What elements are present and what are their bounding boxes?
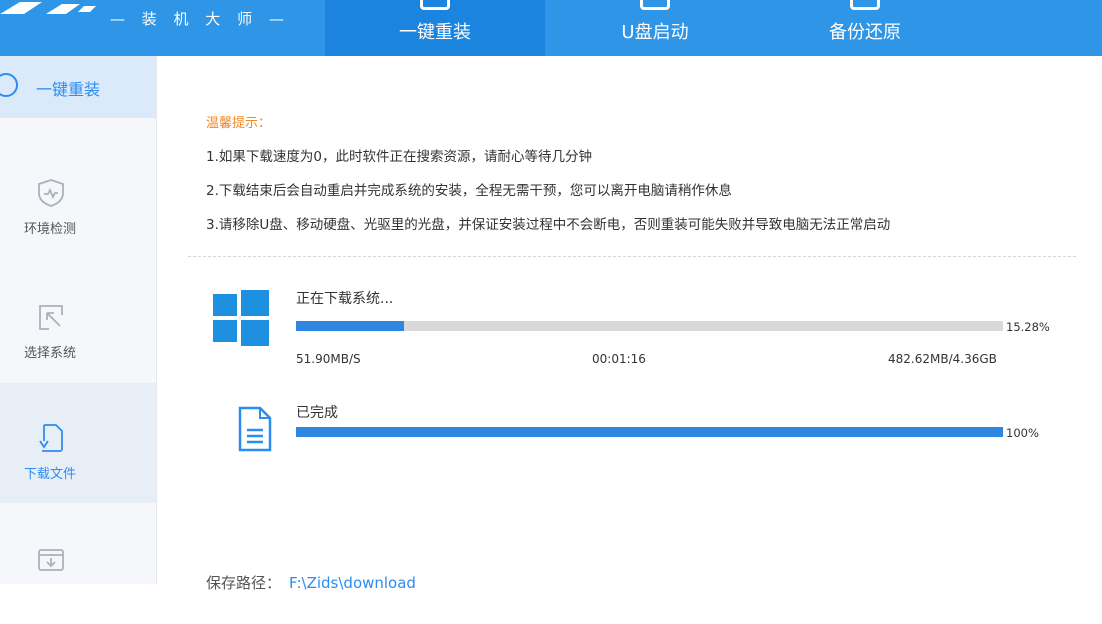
download-status-title: 正在下载系统... bbox=[296, 291, 394, 307]
cursor-select-icon bbox=[39, 305, 63, 330]
save-path-label: 保存路径： bbox=[206, 574, 282, 592]
tab-label: 备份还原 bbox=[829, 22, 901, 43]
progress-fill bbox=[296, 321, 405, 331]
install-box-icon bbox=[38, 549, 64, 571]
sidebar-item-install[interactable] bbox=[0, 504, 156, 624]
completed-progress-bar bbox=[296, 427, 1003, 437]
tip-line: 3.请移除U盘、移动硬盘、光驱里的光盘，并保证安装过程中不会断电，否则重装可能失… bbox=[206, 217, 891, 233]
reinstall-icon bbox=[0, 73, 18, 97]
sidebar-item-label: 一键重装 bbox=[36, 80, 101, 99]
sidebar-item-environment-check[interactable]: 环境检测 bbox=[0, 138, 156, 258]
sidebar-item-label: 选择系统 bbox=[23, 346, 76, 361]
download-status-title: 已完成 bbox=[296, 405, 338, 421]
shield-check-icon bbox=[38, 179, 64, 207]
system-download-progress-bar bbox=[296, 321, 1003, 331]
sidebar-item-download-files[interactable]: 下载文件 bbox=[0, 383, 156, 503]
section-divider bbox=[188, 256, 1076, 257]
sidebar-item-label: 下载文件 bbox=[23, 467, 76, 482]
monitor-icon bbox=[420, 0, 450, 10]
app-logo: — 装 机 大 师 — bbox=[0, 0, 300, 40]
sidebar-item-select-system[interactable]: 选择系统 bbox=[0, 262, 156, 382]
tab-backup-restore[interactable]: 备份还原 bbox=[755, 0, 975, 56]
file-download-icon bbox=[39, 424, 63, 452]
logo-text: — 装 机 大 师 — bbox=[110, 10, 290, 28]
logo-mark-icon bbox=[0, 2, 96, 14]
download-speed: 51.90MB/S bbox=[296, 352, 361, 366]
progress-percent: 100% bbox=[1006, 426, 1039, 440]
top-header: — 装 机 大 师 — 一键重装 U盘启动 备份还原 bbox=[0, 0, 1102, 56]
tip-line: 1.如果下载速度为0，此时软件正在搜索资源，请耐心等待几分钟 bbox=[206, 149, 592, 165]
tab-label: 一键重装 bbox=[399, 22, 471, 43]
usb-icon bbox=[640, 0, 670, 10]
tab-label: U盘启动 bbox=[621, 22, 689, 43]
tips-title: 温馨提示： bbox=[206, 116, 272, 131]
tab-usb-boot[interactable]: U盘启动 bbox=[545, 0, 765, 56]
document-icon bbox=[238, 406, 272, 452]
progress-fill bbox=[296, 427, 1003, 437]
sidebar-item-label: 环境检测 bbox=[23, 222, 76, 237]
backup-icon bbox=[850, 0, 880, 10]
sidebar: 一键重装 环境检测 选择系统 下载文件 bbox=[0, 56, 157, 584]
windows-logo-icon bbox=[213, 290, 269, 346]
download-size: 482.62MB/4.36GB bbox=[888, 352, 997, 366]
progress-percent: 15.28% bbox=[1006, 320, 1050, 334]
download-time: 00:01:16 bbox=[592, 352, 646, 366]
save-path-link[interactable]: F:\Zids\download bbox=[289, 574, 416, 592]
save-path: 保存路径： F:\Zids\download bbox=[206, 572, 416, 593]
sidebar-item-one-click-reinstall[interactable]: 一键重装 bbox=[0, 56, 156, 118]
tip-line: 2.下载结束后会自动重启并完成系统的安装，全程无需干预，您可以离开电脑请稍作休息 bbox=[206, 183, 732, 199]
tab-one-click-reinstall[interactable]: 一键重装 bbox=[325, 0, 545, 56]
